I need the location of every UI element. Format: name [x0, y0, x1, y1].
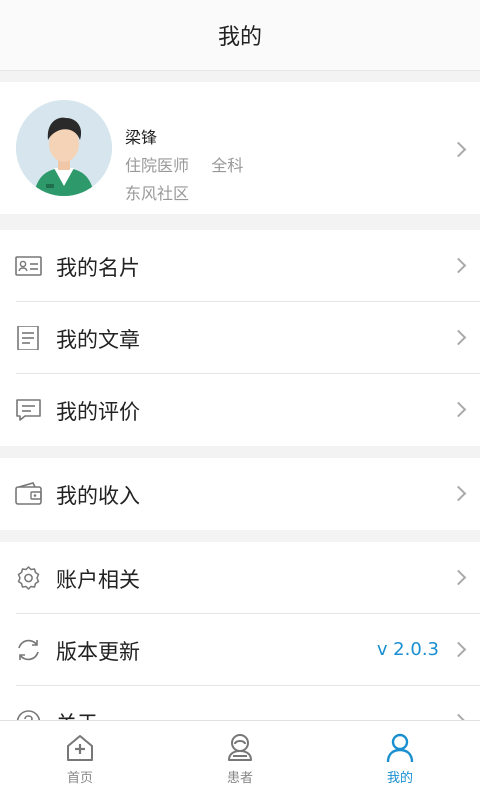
menu-item-business-card[interactable]: 我的名片 — [0, 230, 480, 302]
menu-item-version[interactable]: 版本更新 v 2.0.3 — [0, 614, 480, 686]
menu-group-3: 账户相关 版本更新 v 2.0.3 关于 — [0, 542, 480, 721]
tab-mine[interactable]: 我的 — [320, 721, 480, 800]
person-icon — [386, 733, 414, 763]
wallet-icon — [15, 482, 42, 505]
menu-item-articles[interactable]: 我的文章 — [0, 302, 480, 374]
chevron-right-icon — [450, 329, 467, 346]
tab-label: 我的 — [386, 771, 413, 786]
profile-community: 东风社区 — [125, 184, 190, 203]
menu-item-label: 账户相关 — [56, 568, 140, 592]
menu-item-label: 我的评价 — [56, 400, 140, 424]
page-title: 我的 — [217, 25, 262, 50]
content-scroll[interactable]: 梁锋 住院医师 全科 东风社区 我的名片 我的文章 我的评价 我的收入 账户相关… — [0, 70, 480, 721]
chevron-right-icon — [450, 401, 467, 418]
chevron-right-icon — [450, 141, 467, 158]
menu-item-label: 我的收入 — [56, 484, 140, 508]
profile-title: 住院医师 — [125, 156, 190, 175]
menu-item-income[interactable]: 我的收入 — [0, 458, 480, 530]
chevron-right-icon — [450, 485, 467, 502]
menu-item-label: 我的文章 — [56, 328, 140, 352]
chevron-right-icon — [450, 257, 467, 274]
menu-item-about[interactable]: 关于 — [0, 686, 480, 721]
tab-label: 首页 — [66, 771, 93, 786]
menu-item-account[interactable]: 账户相关 — [0, 542, 480, 614]
gear-icon — [17, 566, 40, 590]
header: 我的 — [0, 0, 480, 71]
patient-icon — [228, 734, 252, 761]
menu-item-label: 版本更新 — [56, 640, 140, 664]
profile-card[interactable]: 梁锋 住院医师 全科 东风社区 — [0, 82, 480, 214]
refresh-icon — [18, 639, 39, 661]
article-icon — [17, 326, 39, 350]
chevron-right-icon — [450, 641, 467, 658]
version-value: v 2.0.3 — [376, 639, 439, 660]
menu-group-2: 我的收入 — [0, 458, 480, 530]
tab-patients[interactable]: 患者 — [160, 721, 320, 800]
menu-group-1: 我的名片 我的文章 我的评价 — [0, 230, 480, 446]
tab-label: 患者 — [226, 771, 253, 786]
profile-department: 全科 — [211, 156, 244, 175]
menu-item-reviews[interactable]: 我的评价 — [0, 374, 480, 446]
menu-item-label: 我的名片 — [56, 256, 140, 280]
profile-name: 梁锋 — [125, 128, 158, 147]
profile-role: 住院医师 全科 — [125, 152, 243, 176]
tab-home[interactable]: 首页 — [0, 721, 160, 800]
home-plus-icon — [67, 735, 93, 761]
id-card-icon — [15, 256, 42, 276]
avatar — [16, 100, 112, 196]
chevron-right-icon — [450, 569, 467, 586]
review-icon — [16, 399, 41, 421]
bottom-tab-bar: 首页 患者 我的 — [0, 720, 480, 800]
